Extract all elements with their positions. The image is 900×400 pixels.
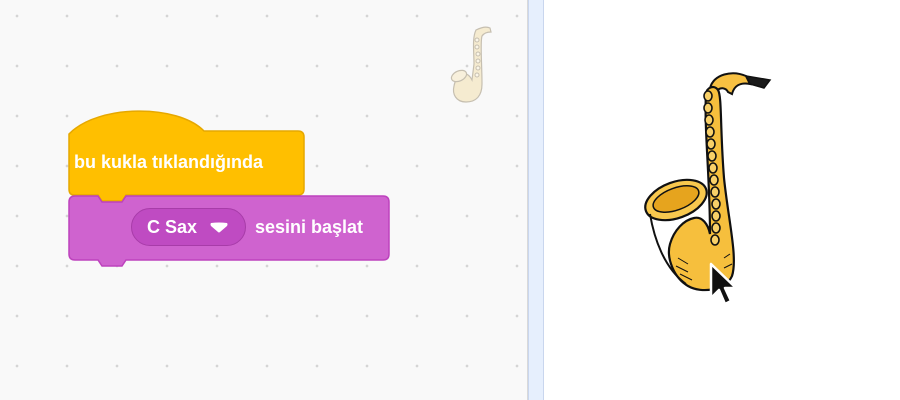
mouse-pointer-icon [709, 262, 738, 306]
chevron-down-icon [210, 222, 228, 233]
sound-dropdown[interactable]: C Sax [131, 208, 246, 246]
sound-dropdown-value: C Sax [147, 216, 198, 237]
hat-block-label: bu kukla tıklandığında [74, 152, 264, 172]
saxophone-sprite[interactable] [640, 68, 776, 300]
sound-block-label: sesini başlat [255, 217, 364, 237]
saxophone-icon [450, 26, 492, 103]
pane-divider[interactable] [528, 0, 544, 400]
code-workspace[interactable]: bu kukla tıklandığında C Sax sesini başl… [0, 0, 528, 400]
